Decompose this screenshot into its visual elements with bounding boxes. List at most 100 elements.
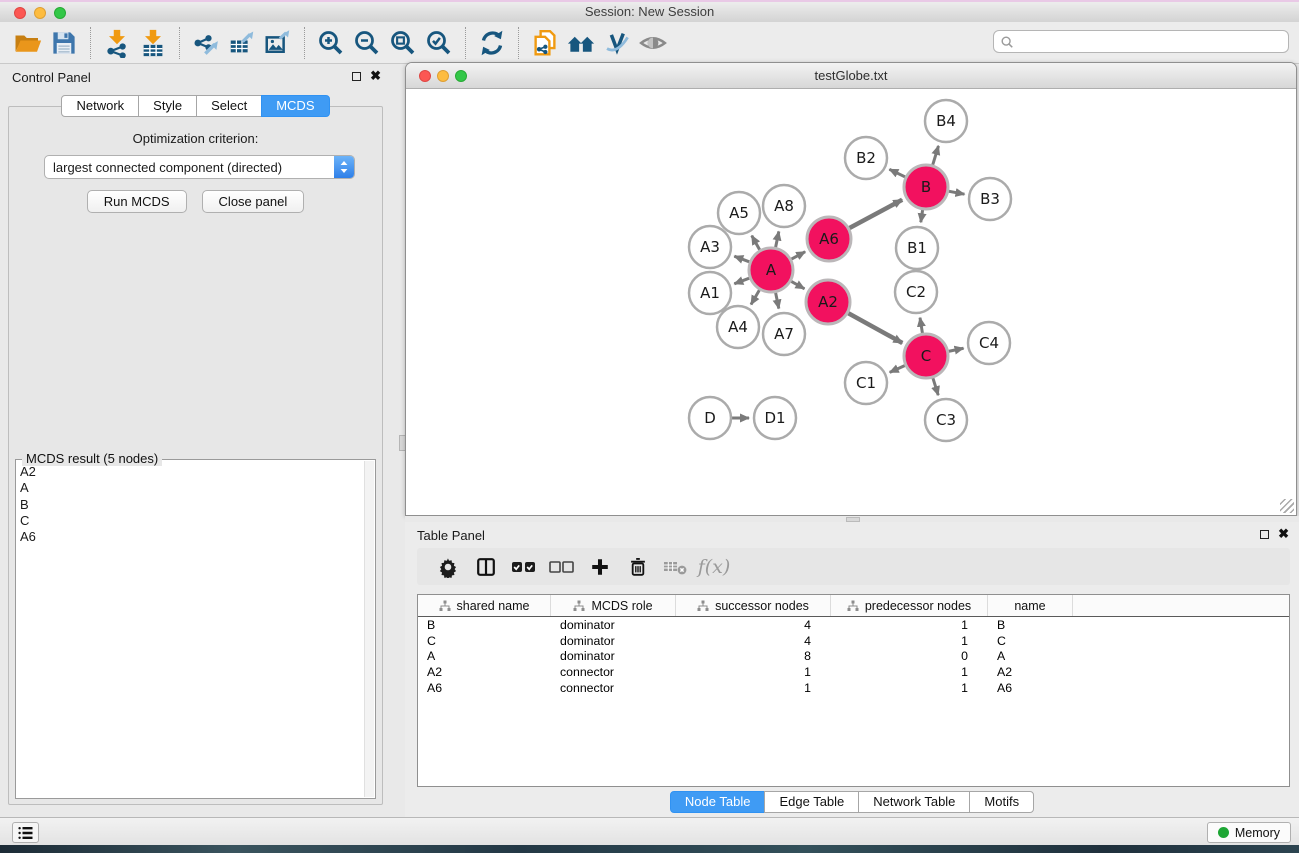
dropdown-selected-value: largest connected component (directed) [45,160,334,175]
node-label-A3: A3 [700,238,720,256]
table-toolbar: f(x) [417,548,1290,585]
table-row[interactable]: Adominator80A [418,649,1289,665]
tab-select[interactable]: Select [196,95,262,117]
close-window-button[interactable] [14,7,26,19]
column-tree-icon [697,600,709,612]
column-header-predecessor-nodes[interactable]: predecessor nodes [831,595,988,616]
table-panel-title: Table Panel [417,528,485,543]
table-row[interactable]: A6connector11A6 [418,680,1289,696]
network-maximize-button[interactable] [455,70,467,82]
node-label-C1: C1 [856,374,876,392]
column-header-MCDS-role[interactable]: MCDS role [551,595,676,616]
import-network-icon[interactable] [99,26,135,60]
task-history-button[interactable] [12,822,39,843]
close-panel-button[interactable]: Close panel [202,190,305,213]
show-all-eye-icon[interactable] [635,26,671,60]
run-mcds-button[interactable]: Run MCDS [87,190,187,213]
tab-network-table[interactable]: Network Table [858,791,970,813]
node-label-C3: C3 [936,411,956,429]
node-table[interactable]: shared nameMCDS rolesuccessor nodes prede… [417,594,1290,787]
table-row[interactable]: A2connector11A2 [418,664,1289,680]
cell-shared-name: A2 [418,665,551,679]
cell-shared-name: C [418,634,551,648]
cell-MCDS-role: dominator [551,634,676,648]
table-header-row: shared nameMCDS rolesuccessor nodes prede… [418,595,1289,617]
mcds-result-list[interactable]: A2ABCA6 [20,464,363,796]
network-close-button[interactable] [419,70,431,82]
zoom-in-icon[interactable] [313,26,349,60]
tab-edge-table[interactable]: Edge Table [764,791,859,813]
delete-column-trash-icon[interactable] [619,552,657,582]
control-panel-title: Control Panel [12,70,91,85]
table-row[interactable]: Cdominator41C [418,633,1289,649]
result-scrollbar[interactable] [364,461,374,797]
list-icon [18,826,34,840]
result-item[interactable]: C [20,513,363,529]
float-panel-icon[interactable] [1260,530,1269,539]
node-label-A4: A4 [728,318,748,336]
network-window-titlebar[interactable]: testGlobe.txt [406,63,1296,89]
cell-name: A [988,649,1073,663]
cell-shared-name: B [418,618,551,632]
column-header-filler [1073,595,1289,616]
result-item[interactable]: A6 [20,529,363,545]
column-header-label: predecessor nodes [865,599,971,613]
close-panel-icon[interactable]: ✖ [1278,529,1289,539]
column-header-name[interactable]: name [988,595,1073,616]
export-image-icon[interactable] [260,26,296,60]
window-resize-grip[interactable] [1280,499,1294,513]
tab-motifs[interactable]: Motifs [969,791,1034,813]
import-table-icon[interactable] [135,26,171,60]
cell-MCDS-role: dominator [551,618,676,632]
open-session-icon[interactable] [10,26,46,60]
delete-table-icon[interactable] [657,552,695,582]
zoom-selected-icon[interactable] [421,26,457,60]
cell-successor-nodes: 1 [676,665,831,679]
cell-successor-nodes: 1 [676,681,831,695]
network-canvas[interactable]: B4B2BB3A5A8A6B1A3AA1C2A2A4A7C4CC1DD1C3 [406,89,1296,515]
export-table-icon[interactable] [224,26,260,60]
add-column-plus-icon[interactable] [581,552,619,582]
duplicate-network-icon[interactable] [527,26,563,60]
search-field[interactable] [993,30,1289,53]
column-tree-icon [439,600,451,612]
tab-node-table[interactable]: Node Table [670,791,766,813]
node-label-A6: A6 [819,230,839,248]
zoom-out-icon[interactable] [349,26,385,60]
network-minimize-button[interactable] [437,70,449,82]
table-settings-gear-icon[interactable] [429,552,467,582]
first-neighbors-icon[interactable] [563,26,599,60]
maximize-window-button[interactable] [54,7,66,19]
dropdown-stepper-icon [334,156,354,178]
table-row[interactable]: Bdominator41B [418,617,1289,633]
tab-network[interactable]: Network [61,95,139,117]
function-builder-icon[interactable]: f(x) [695,552,733,582]
vertical-split-divider[interactable] [391,64,405,817]
export-network-icon[interactable] [188,26,224,60]
deselect-all-icon[interactable] [543,552,581,582]
hide-selected-icon[interactable] [599,26,635,60]
column-header-shared-name[interactable]: shared name [418,595,551,616]
close-panel-icon[interactable]: ✖ [370,71,381,81]
show-columns-icon[interactable] [467,552,505,582]
cell-predecessor-nodes: 1 [831,634,988,648]
zoom-fit-icon[interactable] [385,26,421,60]
save-session-icon[interactable] [46,26,82,60]
column-header-successor-nodes[interactable]: successor nodes [676,595,831,616]
search-input[interactable] [1014,35,1288,49]
minimize-window-button[interactable] [34,7,46,19]
select-all-icon[interactable] [505,552,543,582]
memory-button[interactable]: Memory [1207,822,1291,843]
tab-style[interactable]: Style [138,95,197,117]
tab-mcds[interactable]: MCDS [261,95,329,117]
refresh-icon[interactable] [474,26,510,60]
cell-MCDS-role: connector [551,681,676,695]
control-panel: Control Panel ✖ NetworkStyleSelectMCDS O… [0,64,391,817]
result-item[interactable]: B [20,497,363,513]
toolbar-separator [304,27,305,59]
cell-successor-nodes: 4 [676,634,831,648]
float-panel-icon[interactable] [352,72,361,81]
result-item[interactable]: A2 [20,464,363,480]
optimization-criterion-dropdown[interactable]: largest connected component (directed) [44,155,355,179]
result-item[interactable]: A [20,480,363,496]
